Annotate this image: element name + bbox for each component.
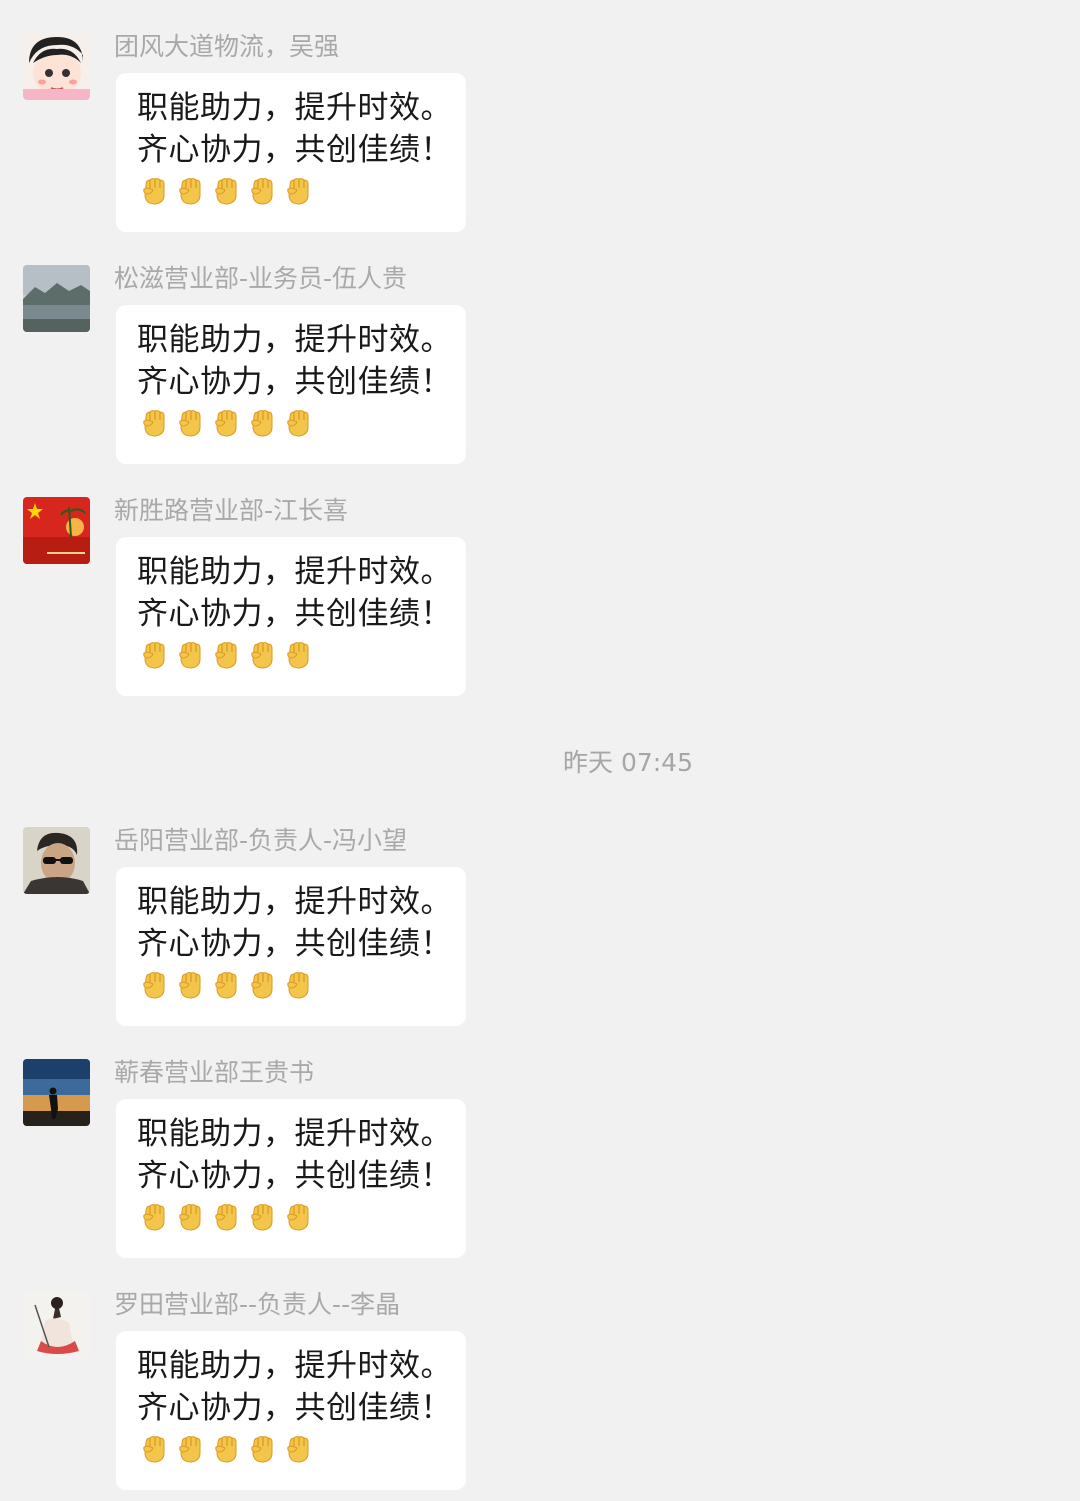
sender-name: 罗田营业部--负责人--李晶 <box>114 1290 401 1319</box>
raised-fist-icon <box>211 408 241 438</box>
message-bubble[interactable]: 职能助力，提升时效。 齐心协力，共创佳绩！ <box>116 1099 466 1258</box>
raised-fist-icon <box>175 408 205 438</box>
sender-name: 蕲春营业部王贵书 <box>114 1058 315 1087</box>
raised-fist-icon <box>283 1202 313 1232</box>
raised-fist-icon <box>283 970 313 1000</box>
ink-painting-avatar-icon <box>23 1291 90 1358</box>
message-text-line: 齐心协力，共创佳绩！ <box>137 1158 452 1194</box>
chat-message: 蕲春营业部王贵书 职能助力，提升时效。 齐心协力，共创佳绩！ <box>0 1058 1080 1269</box>
message-text-line: 齐心协力，共创佳绩！ <box>137 1390 452 1426</box>
message-bubble[interactable]: 职能助力，提升时效。 齐心协力，共创佳绩！ <box>116 867 466 1026</box>
raised-fist-icon <box>175 1202 205 1232</box>
raised-fist-icon <box>139 176 169 206</box>
raised-fist-icon <box>283 176 313 206</box>
raised-fist-icon <box>139 1202 169 1232</box>
chat-message: 新胜路营业部-江长喜 职能助力，提升时效。 齐心协力，共创佳绩！ <box>0 496 1080 707</box>
emoji-row <box>139 176 313 208</box>
raised-fist-icon <box>247 640 277 670</box>
raised-fist-icon <box>211 1202 241 1232</box>
avatar[interactable] <box>23 33 90 100</box>
message-bubble[interactable]: 职能助力，提升时效。 齐心协力，共创佳绩！ <box>116 305 466 464</box>
avatar[interactable] <box>23 497 90 564</box>
message-text-line: 齐心协力，共创佳绩！ <box>137 926 452 962</box>
avatar[interactable] <box>23 1059 90 1126</box>
man-sunglasses-avatar-icon <box>23 827 90 894</box>
raised-fist-icon <box>283 1434 313 1464</box>
message-text-line: 职能助力，提升时效。 <box>137 884 452 920</box>
message-text-line: 齐心协力，共创佳绩！ <box>137 596 452 632</box>
raised-fist-icon <box>175 176 205 206</box>
message-text-line: 职能助力，提升时效。 <box>137 90 452 126</box>
raised-fist-icon <box>211 176 241 206</box>
raised-fist-icon <box>247 970 277 1000</box>
chat-message: 团风大道物流，吴强 职能助力，提升时效。 齐心协力，共创佳绩！ <box>0 32 1080 243</box>
emoji-row <box>139 408 313 440</box>
raised-fist-icon <box>139 640 169 670</box>
silhouette-sky-avatar-icon <box>23 1059 90 1126</box>
chat-timestamp: 昨天 07:45 <box>563 748 693 777</box>
raised-fist-icon <box>139 408 169 438</box>
sender-name: 岳阳营业部-负责人-冯小望 <box>114 826 408 855</box>
flag-sunset-avatar-icon <box>23 497 90 564</box>
raised-fist-icon <box>211 640 241 670</box>
avatar[interactable] <box>23 1291 90 1358</box>
raised-fist-icon <box>283 640 313 670</box>
message-text-line: 职能助力，提升时效。 <box>137 322 452 358</box>
lake-landscape-avatar-icon <box>23 265 90 332</box>
avatar[interactable] <box>23 265 90 332</box>
sender-name: 松滋营业部-业务员-伍人贵 <box>114 264 408 293</box>
emoji-row <box>139 640 313 672</box>
message-text-line: 职能助力，提升时效。 <box>137 1116 452 1152</box>
raised-fist-icon <box>211 970 241 1000</box>
raised-fist-icon <box>175 1434 205 1464</box>
emoji-row <box>139 1202 313 1234</box>
sender-name: 团风大道物流，吴强 <box>114 32 340 61</box>
cartoon-girl-avatar-icon <box>23 33 90 100</box>
message-text-line: 齐心协力，共创佳绩！ <box>137 132 452 168</box>
message-text-line: 职能助力，提升时效。 <box>137 1348 452 1384</box>
raised-fist-icon <box>139 1434 169 1464</box>
raised-fist-icon <box>247 408 277 438</box>
chat-message: 松滋营业部-业务员-伍人贵 职能助力，提升时效。 齐心协力，共创佳绩！ <box>0 264 1080 475</box>
raised-fist-icon <box>283 408 313 438</box>
message-bubble[interactable]: 职能助力，提升时效。 齐心协力，共创佳绩！ <box>116 73 466 232</box>
message-bubble[interactable]: 职能助力，提升时效。 齐心协力，共创佳绩！ <box>116 1331 466 1490</box>
raised-fist-icon <box>247 176 277 206</box>
raised-fist-icon <box>247 1202 277 1232</box>
raised-fist-icon <box>139 970 169 1000</box>
raised-fist-icon <box>175 640 205 670</box>
raised-fist-icon <box>247 1434 277 1464</box>
sender-name: 新胜路营业部-江长喜 <box>114 496 349 525</box>
message-text-line: 职能助力，提升时效。 <box>137 554 452 590</box>
message-text-line: 齐心协力，共创佳绩！ <box>137 364 452 400</box>
raised-fist-icon <box>211 1434 241 1464</box>
chat-message-list[interactable]: 团风大道物流，吴强 职能助力，提升时效。 齐心协力，共创佳绩！ 松滋营业部-业务… <box>0 0 1080 1490</box>
emoji-row <box>139 1434 313 1466</box>
chat-message: 岳阳营业部-负责人-冯小望 职能助力，提升时效。 齐心协力，共创佳绩！ <box>0 826 1080 1037</box>
avatar[interactable] <box>23 827 90 894</box>
emoji-row <box>139 970 313 1002</box>
raised-fist-icon <box>175 970 205 1000</box>
message-bubble[interactable]: 职能助力，提升时效。 齐心协力，共创佳绩！ <box>116 537 466 696</box>
